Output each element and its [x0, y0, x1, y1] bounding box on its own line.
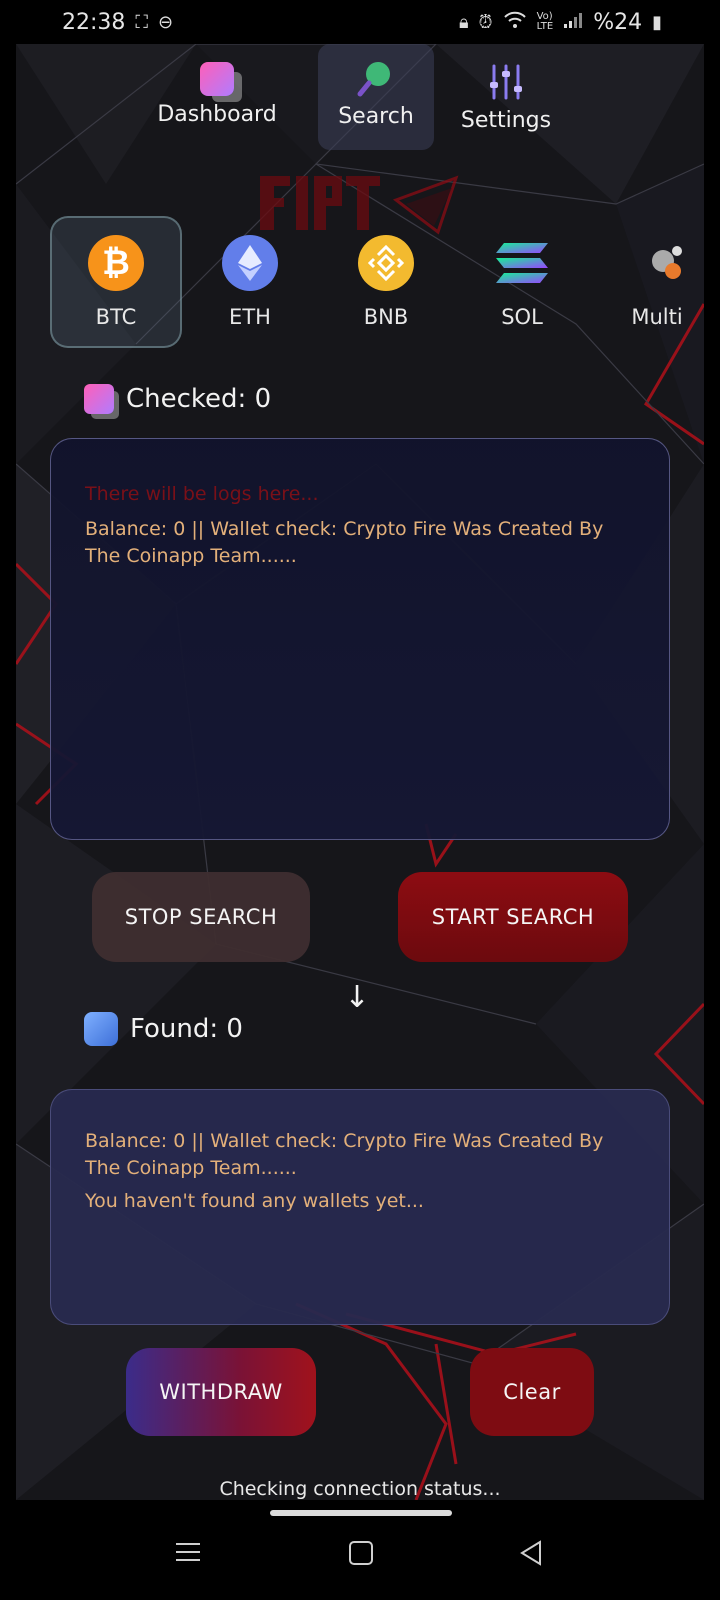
search-icon	[357, 62, 390, 97]
found-entry: Balance: 0 || Wallet check: Crypto Fire …	[85, 1130, 604, 1179]
recents-icon[interactable]	[174, 1540, 202, 1564]
multi-coin-icon	[639, 235, 695, 291]
start-search-button[interactable]: START SEARCH	[398, 872, 628, 962]
coin-multi-label: Multi	[631, 305, 683, 329]
log-entry: Balance: 0 || Wallet check: Crypto Fire …	[85, 518, 604, 567]
coin-eth-label: ETH	[229, 305, 271, 329]
coin-sol[interactable]: SOL	[456, 216, 588, 348]
checked-label: Checked: 0	[126, 384, 272, 414]
solana-icon	[494, 235, 550, 291]
coin-bnb[interactable]: BNB	[320, 216, 452, 348]
tab-search-label: Search	[338, 104, 414, 129]
found-panel: Balance: 0 || Wallet check: Crypto Fire …	[50, 1089, 670, 1325]
tab-settings[interactable]: Settings	[456, 52, 556, 133]
arrow-down-icon: ↓	[344, 980, 370, 1015]
tab-dashboard[interactable]: Dashboard	[152, 52, 282, 127]
volte-icon: Vo) LTE	[536, 11, 554, 32]
dashboard-icon	[200, 62, 234, 96]
screenshot-icon: ⛶	[135, 11, 149, 33]
coin-btc-label: BTC	[95, 305, 137, 329]
home-indicator[interactable]	[270, 1510, 452, 1516]
system-nav-bar	[0, 1500, 720, 1600]
tab-search[interactable]: Search	[318, 44, 434, 150]
coin-selector: ₿ BTC ETH BNB SOL Multi	[16, 216, 704, 348]
found-empty-message: You haven't found any wallets yet...	[85, 1190, 424, 1212]
bitcoin-icon: ₿	[88, 235, 144, 291]
status-time: 22:38	[62, 9, 126, 35]
bnb-icon	[358, 235, 414, 291]
signal-icon	[563, 11, 583, 34]
back-icon[interactable]	[518, 1540, 544, 1566]
log-placeholder: There will be logs here...	[85, 483, 319, 505]
sliders-icon	[490, 64, 522, 100]
coin-eth[interactable]: ETH	[184, 216, 316, 348]
ethereum-icon	[222, 235, 278, 291]
home-icon[interactable]	[348, 1540, 374, 1566]
coin-btc[interactable]: ₿ BTC	[50, 216, 182, 348]
tab-settings-label: Settings	[460, 108, 552, 133]
dnd-icon: ⊖	[158, 11, 174, 33]
coin-multi[interactable]: Multi	[590, 216, 704, 348]
coin-bnb-label: BNB	[363, 305, 409, 329]
battery-level: %24	[593, 9, 643, 35]
coin-sol-label: SOL	[501, 305, 543, 329]
checked-counter: Checked: 0	[84, 384, 271, 414]
found-label: Found: 0	[130, 1014, 243, 1044]
battery-icon: ▮	[652, 11, 662, 33]
connection-status: Checking connection status...	[219, 1478, 501, 1500]
alarm-icon: ⏰︎	[478, 11, 493, 33]
lock-icon: 🔒︎	[458, 11, 469, 33]
withdraw-button[interactable]: WITHDRAW	[126, 1348, 316, 1436]
tab-dashboard-label: Dashboard	[157, 102, 277, 127]
wifi-icon	[503, 11, 527, 34]
status-bar: 22:38 ⛶ ⊖ 🔒︎ ⏰︎ Vo) LTE %24 ▮	[0, 0, 720, 44]
clear-button[interactable]: Clear	[470, 1348, 594, 1436]
stop-search-button[interactable]: STOP SEARCH	[92, 872, 310, 962]
found-counter: Found: 0	[84, 1012, 243, 1046]
app-screen: Dashboard Search Settings ₿ BTC ETH BNB …	[16, 44, 704, 1500]
checked-icon	[84, 384, 114, 414]
wallet-icon	[84, 1012, 118, 1046]
log-panel: There will be logs here... Balance: 0 ||…	[50, 438, 670, 840]
